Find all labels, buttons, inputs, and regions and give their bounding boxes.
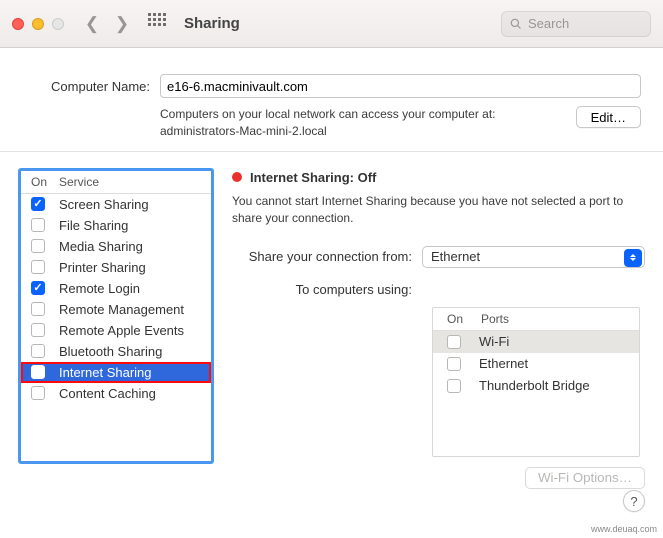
service-checkbox[interactable] bbox=[31, 281, 45, 295]
service-label: Internet Sharing bbox=[59, 365, 152, 380]
service-label: Screen Sharing bbox=[59, 197, 149, 212]
help-button[interactable]: ? bbox=[623, 490, 645, 512]
share-from-select[interactable]: Ethernet bbox=[422, 246, 645, 268]
service-label: Remote Login bbox=[59, 281, 140, 296]
service-checkbox[interactable] bbox=[31, 260, 45, 274]
port-row[interactable]: Ethernet bbox=[433, 353, 639, 375]
port-row[interactable]: Thunderbolt Bridge bbox=[433, 375, 639, 397]
port-row[interactable]: Wi-Fi bbox=[433, 331, 639, 353]
service-row[interactable]: Internet Sharing bbox=[21, 362, 211, 383]
service-checkbox[interactable] bbox=[31, 197, 45, 211]
service-checkbox[interactable] bbox=[31, 302, 45, 316]
show-all-icon[interactable] bbox=[148, 13, 170, 35]
back-button[interactable]: ❮ bbox=[78, 12, 106, 36]
service-row[interactable]: File Sharing bbox=[21, 215, 211, 236]
search-input[interactable]: Search bbox=[501, 11, 651, 37]
service-checkbox[interactable] bbox=[31, 239, 45, 253]
services-header-on: On bbox=[31, 175, 59, 189]
minimize-icon[interactable] bbox=[32, 18, 44, 30]
wifi-options-button: Wi-Fi Options… bbox=[525, 467, 645, 489]
to-computers-label: To computers using: bbox=[232, 278, 422, 297]
detail-title: Internet Sharing: Off bbox=[250, 170, 376, 185]
title-bar: ❮ ❯ Sharing Search bbox=[0, 0, 663, 48]
port-label: Wi-Fi bbox=[479, 334, 509, 349]
service-checkbox[interactable] bbox=[31, 386, 45, 400]
computer-name-field[interactable] bbox=[160, 74, 641, 98]
port-checkbox[interactable] bbox=[447, 379, 461, 393]
close-icon[interactable] bbox=[12, 18, 24, 30]
service-row[interactable]: Remote Apple Events bbox=[21, 320, 211, 341]
chevron-updown-icon bbox=[624, 249, 642, 267]
window-controls bbox=[12, 18, 64, 30]
service-row[interactable]: Media Sharing bbox=[21, 236, 211, 257]
service-row[interactable]: Bluetooth Sharing bbox=[21, 341, 211, 362]
edit-button[interactable]: Edit… bbox=[576, 106, 641, 128]
nav-buttons: ❮ ❯ bbox=[78, 12, 136, 36]
computer-name-label: Computer Name: bbox=[22, 79, 150, 94]
status-indicator-icon bbox=[232, 172, 242, 182]
watermark: www.deuaq.com bbox=[591, 524, 657, 534]
service-label: File Sharing bbox=[59, 218, 128, 233]
service-checkbox[interactable] bbox=[31, 344, 45, 358]
search-placeholder: Search bbox=[528, 16, 569, 31]
service-checkbox[interactable] bbox=[31, 365, 45, 379]
service-checkbox[interactable] bbox=[31, 218, 45, 232]
service-label: Bluetooth Sharing bbox=[59, 344, 162, 359]
services-header-service: Service bbox=[59, 175, 99, 189]
services-list: On Service Screen Sharing File Sharing Med… bbox=[18, 168, 214, 464]
port-checkbox[interactable] bbox=[447, 335, 461, 349]
service-label: Printer Sharing bbox=[59, 260, 146, 275]
zoom-icon bbox=[52, 18, 64, 30]
service-row[interactable]: Content Caching bbox=[21, 383, 211, 404]
forward-button[interactable]: ❯ bbox=[108, 12, 136, 36]
service-row[interactable]: Remote Management bbox=[21, 299, 211, 320]
ports-list: On Ports Wi-Fi Ethernet Thunderbolt Bridge bbox=[432, 307, 640, 457]
service-label: Remote Apple Events bbox=[59, 323, 184, 338]
service-label: Content Caching bbox=[59, 386, 156, 401]
service-checkbox[interactable] bbox=[31, 323, 45, 337]
detail-pane: Internet Sharing: Off You cannot start I… bbox=[232, 168, 645, 489]
service-label: Remote Management bbox=[59, 302, 184, 317]
service-row[interactable]: Printer Sharing bbox=[21, 257, 211, 278]
detail-description: You cannot start Internet Sharing becaus… bbox=[232, 193, 645, 228]
port-label: Ethernet bbox=[479, 356, 528, 371]
service-row[interactable]: Remote Login bbox=[21, 278, 211, 299]
service-label: Media Sharing bbox=[59, 239, 143, 254]
ports-header-ports: Ports bbox=[481, 312, 509, 326]
share-from-label: Share your connection from: bbox=[232, 249, 422, 264]
access-description: Computers on your local network can acce… bbox=[160, 106, 566, 141]
port-checkbox[interactable] bbox=[447, 357, 461, 371]
port-label: Thunderbolt Bridge bbox=[479, 378, 590, 393]
window-title: Sharing bbox=[184, 15, 240, 32]
service-row[interactable]: Screen Sharing bbox=[21, 194, 211, 215]
search-icon bbox=[510, 18, 522, 30]
computer-name-section: Computer Name: Computers on your local n… bbox=[0, 48, 663, 152]
ports-header-on: On bbox=[447, 312, 481, 326]
